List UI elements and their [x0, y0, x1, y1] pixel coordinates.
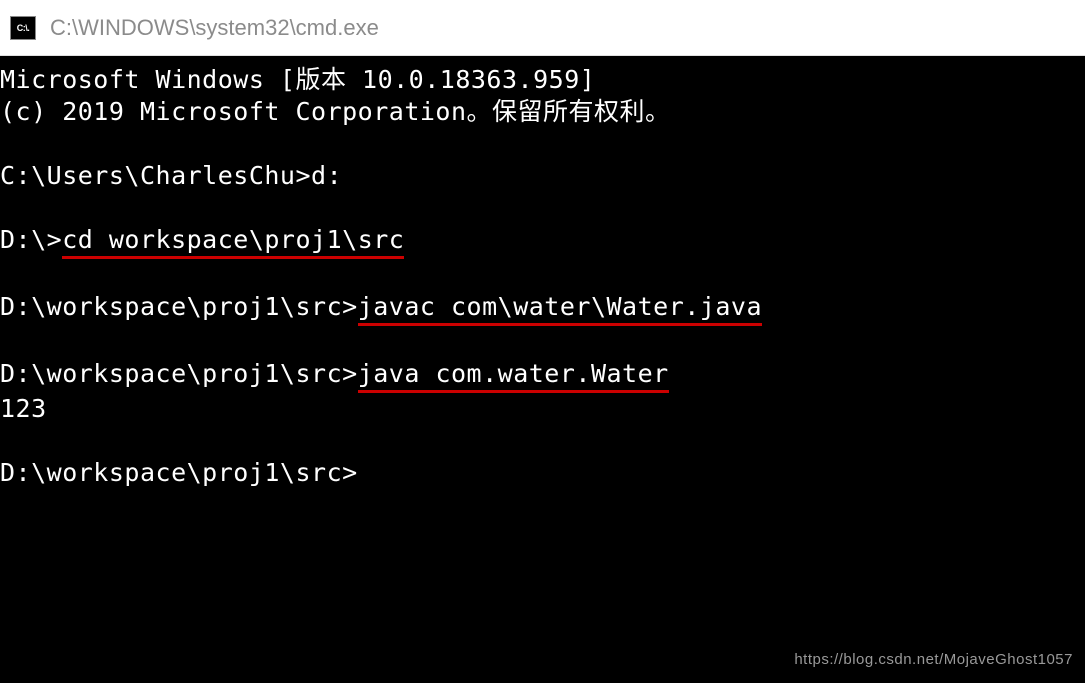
- window-titlebar: C:\. C:\WINDOWS\system32\cmd.exe: [0, 0, 1085, 56]
- cmd-icon-text: C:\.: [17, 23, 30, 33]
- command-underlined: javac com\water\Water.java: [358, 291, 762, 326]
- prompt: D:\workspace\proj1\src>: [0, 359, 358, 388]
- prompt: D:\>: [0, 225, 62, 254]
- blank-line: [0, 326, 1085, 358]
- blank-line: [0, 425, 1085, 457]
- terminal-command-line: D:\workspace\proj1\src>java com.water.Wa…: [0, 358, 1085, 393]
- terminal-command-line: D:\workspace\proj1\src>javac com\water\W…: [0, 291, 1085, 326]
- cmd-icon: C:\.: [10, 16, 36, 40]
- terminal-command-line: D:\>cd workspace\proj1\src: [0, 224, 1085, 259]
- blank-line: [0, 259, 1085, 291]
- blank-line: [0, 192, 1085, 224]
- command: d:: [311, 161, 342, 190]
- terminal-output: (c) 2019 Microsoft Corporation。保留所有权利。: [0, 96, 1085, 128]
- terminal-command-line: C:\Users\CharlesChu>d:: [0, 160, 1085, 192]
- terminal-output: Microsoft Windows [版本 10.0.18363.959]: [0, 64, 1085, 96]
- watermark-text: https://blog.csdn.net/MojaveGhost1057: [794, 650, 1073, 669]
- terminal-output: 123: [0, 393, 1085, 425]
- prompt: D:\workspace\proj1\src>: [0, 292, 358, 321]
- command-underlined: java com.water.Water: [358, 358, 669, 393]
- prompt: C:\Users\CharlesChu>: [0, 161, 311, 190]
- window-title: C:\WINDOWS\system32\cmd.exe: [50, 15, 379, 41]
- terminal-area[interactable]: Microsoft Windows [版本 10.0.18363.959] (c…: [0, 56, 1085, 683]
- terminal-prompt: D:\workspace\proj1\src>: [0, 457, 1085, 489]
- command-underlined: cd workspace\proj1\src: [62, 224, 404, 259]
- blank-line: [0, 128, 1085, 160]
